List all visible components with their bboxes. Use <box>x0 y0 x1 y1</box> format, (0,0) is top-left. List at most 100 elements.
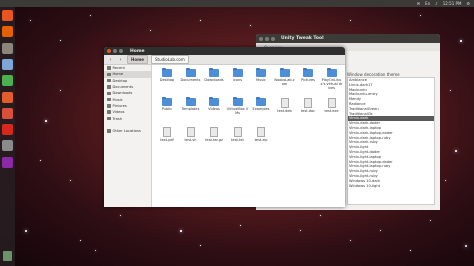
file-grid: Desktop Documents Downloads icons Music Noobs… <box>152 65 345 207</box>
star <box>200 245 201 246</box>
folder-icon <box>162 67 172 77</box>
document-icon <box>233 127 242 137</box>
trash-icon[interactable] <box>3 251 12 261</box>
star <box>200 20 201 21</box>
folder-icon <box>279 67 290 77</box>
folder-icon <box>185 96 196 106</box>
folder-icon <box>256 67 266 77</box>
star <box>95 250 97 252</box>
folder-item[interactable]: Music <box>250 67 272 91</box>
star <box>460 40 462 42</box>
file-item[interactable]: test.pdf <box>156 127 178 149</box>
files-window: Home ‹ › Home StudioLab.com Recent Home De… <box>104 47 345 207</box>
file-name: Desktop <box>159 78 175 82</box>
file-name: VirtualBox VMs <box>226 107 249 115</box>
star <box>300 230 302 232</box>
sidebar-item-label: Downloads <box>112 91 133 96</box>
home-icon <box>107 72 111 77</box>
folder-item[interactable]: Downloads <box>203 67 225 91</box>
star <box>410 250 411 251</box>
forward-icon[interactable]: › <box>117 57 124 63</box>
folder-icon <box>232 96 243 106</box>
breadcrumb-home[interactable]: Home <box>127 55 148 64</box>
clock[interactable]: 12:51 PM <box>443 0 462 7</box>
top-panel: ✉ En ♪ 12:51 PM ⚙ <box>0 0 474 7</box>
file-name: test.deb <box>277 109 292 113</box>
file-item[interactable]: test.exe <box>321 98 343 120</box>
sidebar-item-label: Desktop <box>112 78 128 83</box>
file-name: NoobsLab.com <box>274 78 295 86</box>
sidebar-item-label: Music <box>112 97 123 102</box>
folder-item[interactable]: Public <box>156 96 178 120</box>
spreadsheet-icon[interactable] <box>2 75 13 87</box>
folder-icon <box>185 67 196 77</box>
dash-icon[interactable] <box>2 10 13 21</box>
star <box>30 20 32 22</box>
files-sidebar: Recent Home Desktop Documents Downloads Music… <box>104 65 152 207</box>
files-titlebar: Home <box>104 47 345 55</box>
folder-item[interactable]: Desktop <box>156 67 178 91</box>
close-icon[interactable] <box>107 49 111 53</box>
file-item[interactable]: test.doc <box>297 98 319 120</box>
star <box>90 15 91 16</box>
sidebar-item-label: Recent <box>112 66 125 71</box>
folder-item[interactable]: icons <box>227 67 249 91</box>
file-name: test.doc <box>300 109 316 113</box>
sidebar-item-label: Videos <box>112 110 125 115</box>
ubuntu-one-icon[interactable] <box>2 156 13 168</box>
other-locations-icon <box>107 129 111 133</box>
system-menu-icon[interactable]: ⚙ <box>466 0 470 7</box>
document-icon <box>304 98 312 108</box>
theme-item[interactable]: Windows 10-light <box>348 184 434 189</box>
file-name: Downloads <box>204 78 224 82</box>
folder-item[interactable]: Pictures <box>297 67 319 91</box>
minimize-icon[interactable] <box>113 49 117 53</box>
star <box>80 240 81 241</box>
presentation-icon[interactable] <box>2 91 13 103</box>
file-item[interactable]: test.sh <box>180 127 202 149</box>
theme-list[interactable]: Ambiance Linux-dark17 Macbuntu Macbuntu-ent… <box>347 77 435 205</box>
sound-indicator[interactable]: ♪ <box>435 0 438 7</box>
videos-icon <box>107 110 111 114</box>
star <box>60 40 61 41</box>
keyboard-indicator[interactable]: En <box>425 0 430 7</box>
sidebar-item-label: Home <box>112 72 124 77</box>
folder-item[interactable]: VirtualBox VMs <box>226 96 249 120</box>
amazon-icon[interactable] <box>2 124 13 136</box>
document-icon <box>210 127 218 137</box>
folder-item[interactable]: Examples <box>250 96 272 120</box>
sidebar-item-label: Trash <box>112 116 123 121</box>
firefox-icon[interactable] <box>2 26 13 38</box>
files-icon[interactable] <box>2 42 13 54</box>
close-icon[interactable] <box>259 36 263 41</box>
folder-item[interactable]: Templates <box>180 96 202 120</box>
back-icon[interactable]: ‹ <box>107 57 114 63</box>
file-name: test.exe <box>324 109 339 113</box>
folder-item[interactable]: PlayOnLinux's virtual drives <box>321 67 343 91</box>
file-item[interactable]: test.tar.gz <box>203 127 225 149</box>
file-item[interactable]: test.deb <box>274 98 296 120</box>
breadcrumb-studiolab[interactable]: StudioLab.com <box>150 55 189 64</box>
star <box>70 180 71 181</box>
file-name: test.sh <box>184 138 197 142</box>
minimize-icon[interactable] <box>265 36 269 41</box>
file-name: test.pdf <box>160 138 174 142</box>
desktop-icon <box>107 78 111 83</box>
folder-item[interactable]: Documents <box>180 67 202 91</box>
files-toolbar: ‹ › Home StudioLab.com <box>104 55 345 65</box>
file-item[interactable]: test.zip <box>250 127 272 149</box>
trash-icon <box>107 116 111 121</box>
mail-indicator[interactable]: ✉ <box>417 0 420 7</box>
file-name: test.tar.gz <box>205 138 223 142</box>
star <box>350 240 351 241</box>
maximize-icon[interactable] <box>271 36 275 41</box>
folder-item[interactable]: Videos <box>203 96 225 120</box>
star <box>120 215 121 216</box>
document-icon[interactable] <box>2 58 13 70</box>
folder-item[interactable]: NoobsLab.com <box>274 67 296 91</box>
software-center-icon[interactable] <box>2 107 13 119</box>
settings-icon[interactable] <box>2 140 13 152</box>
file-item[interactable]: test.txt <box>227 127 249 149</box>
sidebar-item[interactable]: Other Locations <box>104 128 151 134</box>
maximize-icon[interactable] <box>119 49 123 53</box>
